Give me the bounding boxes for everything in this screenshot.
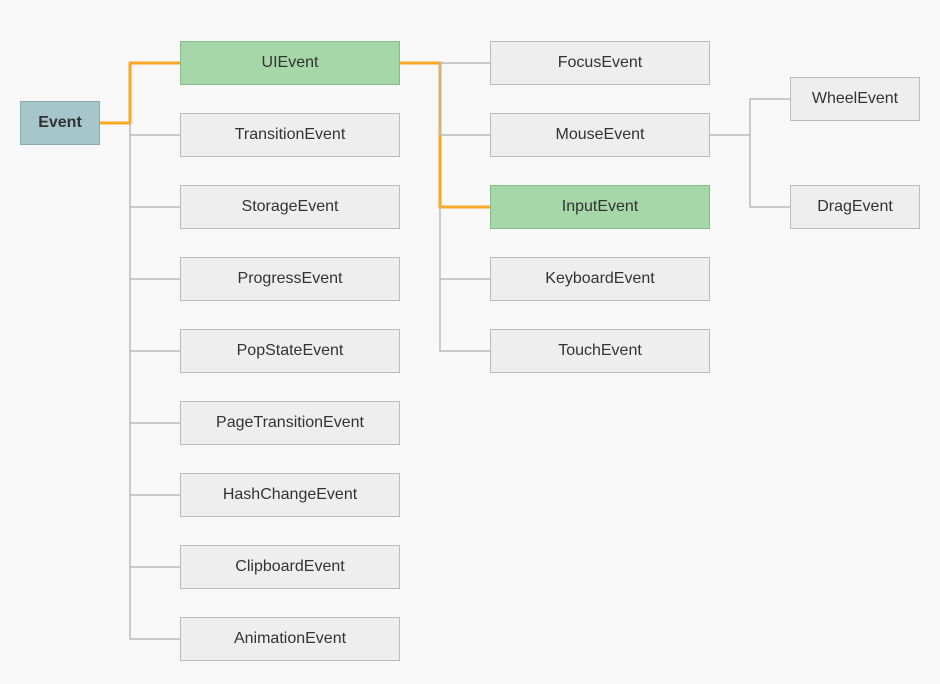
- node-focusevent[interactable]: FocusEvent: [490, 41, 710, 85]
- node-label: PopStateEvent: [237, 342, 344, 360]
- node-label: ClipboardEvent: [235, 558, 344, 576]
- node-label: PageTransitionEvent: [216, 414, 364, 432]
- node-label: Event: [38, 114, 82, 132]
- node-mouseevent[interactable]: MouseEvent: [490, 113, 710, 157]
- node-label: HashChangeEvent: [223, 486, 357, 504]
- node-clipboardevent[interactable]: ClipboardEvent: [180, 545, 400, 589]
- node-keyboardevent[interactable]: KeyboardEvent: [490, 257, 710, 301]
- node-label: TransitionEvent: [235, 126, 346, 144]
- node-label: UIEvent: [262, 54, 319, 72]
- node-transitionevent[interactable]: TransitionEvent: [180, 113, 400, 157]
- node-animationevent[interactable]: AnimationEvent: [180, 617, 400, 661]
- node-label: FocusEvent: [558, 54, 642, 72]
- node-touchevent[interactable]: TouchEvent: [490, 329, 710, 373]
- node-label: KeyboardEvent: [545, 270, 654, 288]
- node-pagetransitionevent[interactable]: PageTransitionEvent: [180, 401, 400, 445]
- node-storageevent[interactable]: StorageEvent: [180, 185, 400, 229]
- node-label: ProgressEvent: [238, 270, 343, 288]
- node-uievent[interactable]: UIEvent: [180, 41, 400, 85]
- node-label: DragEvent: [817, 198, 893, 216]
- node-inputevent[interactable]: InputEvent: [490, 185, 710, 229]
- node-dragevent[interactable]: DragEvent: [790, 185, 920, 229]
- node-event[interactable]: Event: [20, 101, 100, 145]
- node-progressevent[interactable]: ProgressEvent: [180, 257, 400, 301]
- node-hashchangeevent[interactable]: HashChangeEvent: [180, 473, 400, 517]
- node-label: WheelEvent: [812, 90, 898, 108]
- node-wheelevent[interactable]: WheelEvent: [790, 77, 920, 121]
- node-label: StorageEvent: [242, 198, 339, 216]
- node-label: AnimationEvent: [234, 630, 346, 648]
- node-popstateevent[interactable]: PopStateEvent: [180, 329, 400, 373]
- node-label: InputEvent: [562, 198, 639, 216]
- node-label: MouseEvent: [556, 126, 645, 144]
- node-label: TouchEvent: [558, 342, 642, 360]
